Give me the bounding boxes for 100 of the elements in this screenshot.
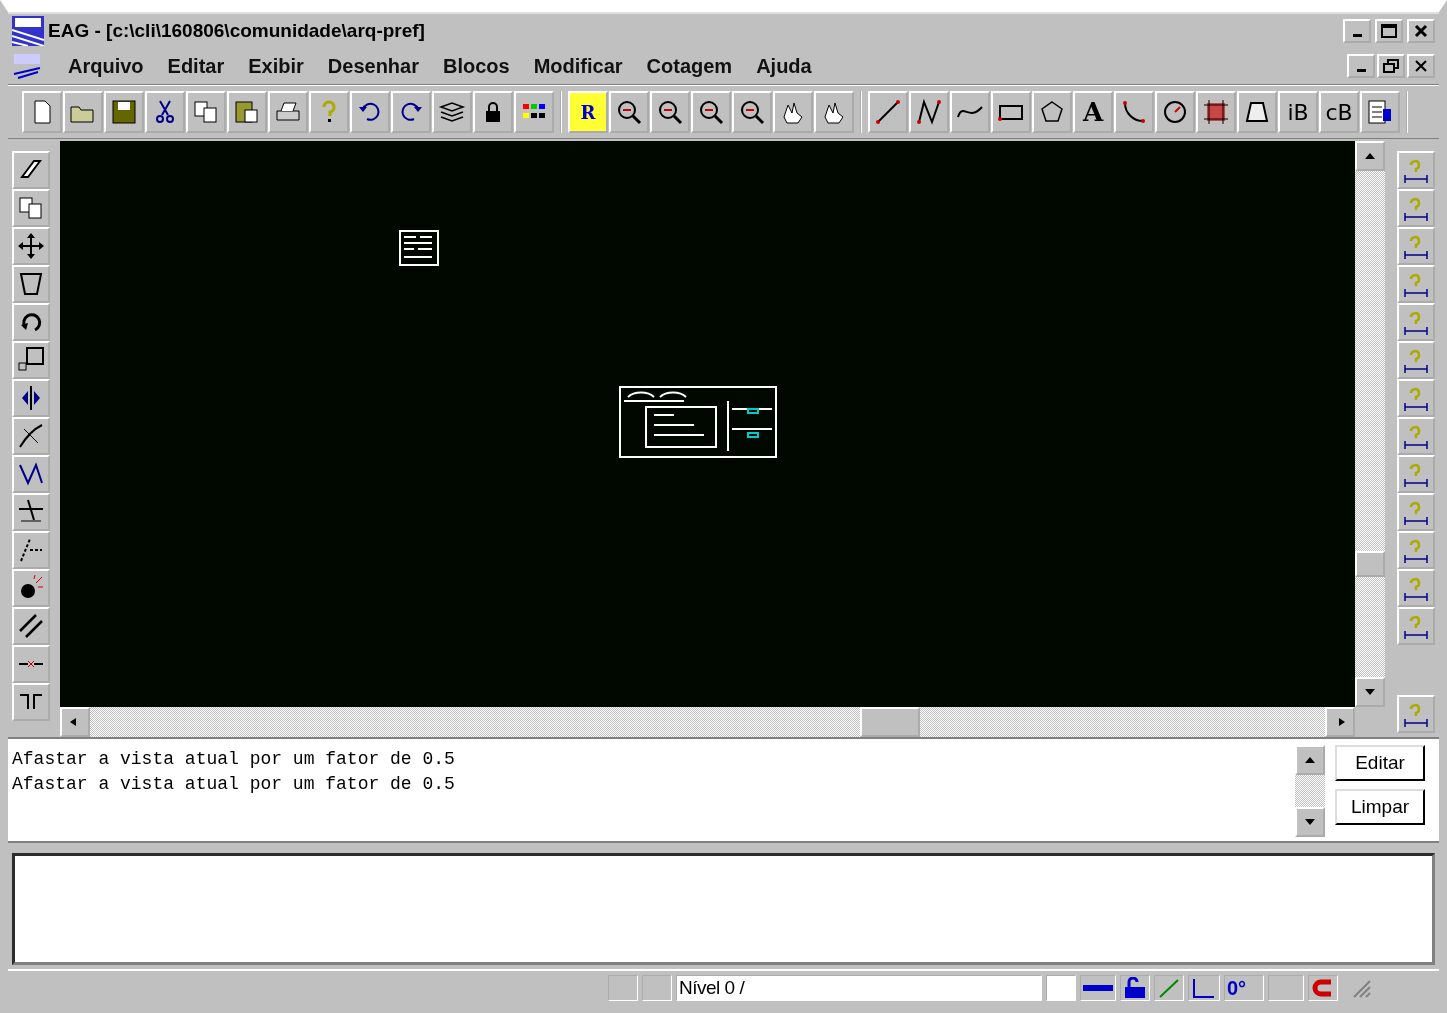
polyline-icon xyxy=(914,97,944,127)
snap-status[interactable] xyxy=(1154,975,1184,1001)
scroll-left-button[interactable] xyxy=(60,707,90,737)
toolbar-button[interactable] xyxy=(12,227,50,265)
toolbar-button[interactable] xyxy=(104,91,144,133)
toolbar-button[interactable] xyxy=(514,91,554,133)
menu-item[interactable]: Exibir xyxy=(248,54,304,78)
toolbar-button[interactable] xyxy=(268,91,308,133)
toolbar-button[interactable] xyxy=(12,341,50,379)
menu-item[interactable]: Modificar xyxy=(533,54,623,78)
zoom-all-button[interactable]: R xyxy=(568,91,608,133)
restore-button[interactable] xyxy=(1377,54,1405,78)
toolbar-button[interactable] xyxy=(1397,379,1435,417)
toolbar-button[interactable] xyxy=(1114,91,1154,133)
toolbar-button[interactable] xyxy=(12,569,50,607)
toolbar-button[interactable] xyxy=(1397,493,1435,531)
menu-item[interactable]: Arquivo xyxy=(68,54,144,78)
toolbar-button[interactable] xyxy=(868,91,908,133)
toolbar-button[interactable] xyxy=(950,91,990,133)
toolbar-button[interactable] xyxy=(1360,91,1400,133)
toolbar-button[interactable] xyxy=(1397,695,1435,733)
toolbar-button[interactable] xyxy=(991,91,1031,133)
toolbar-button[interactable] xyxy=(12,683,50,721)
lock-icon xyxy=(1123,977,1147,999)
toolbar-button[interactable] xyxy=(12,265,50,303)
command-input-field[interactable] xyxy=(12,853,1435,965)
scroll-up-button[interactable] xyxy=(1295,745,1325,775)
scroll-down-button[interactable] xyxy=(1295,807,1325,837)
scroll-down-button[interactable] xyxy=(1355,677,1385,707)
close-button[interactable] xyxy=(1407,19,1435,43)
toolbar-button[interactable] xyxy=(12,607,50,645)
toolbar-button[interactable] xyxy=(432,91,472,133)
toolbar-button[interactable] xyxy=(473,91,513,133)
toolbar-button[interactable] xyxy=(145,91,185,133)
menu-item[interactable]: Editar xyxy=(167,54,225,78)
menu-item[interactable]: Ajuda xyxy=(756,54,812,78)
magnet-status[interactable] xyxy=(1308,975,1338,1001)
minimize-button[interactable] xyxy=(1347,54,1375,78)
text-tool-button[interactable]: A xyxy=(1073,91,1113,133)
toolbar-button[interactable] xyxy=(12,151,50,189)
close-button[interactable] xyxy=(1407,54,1435,78)
toolbar-button[interactable] xyxy=(391,91,431,133)
ortho-status[interactable] xyxy=(1188,975,1220,1001)
lock-status[interactable] xyxy=(1120,975,1150,1001)
toolbar-button[interactable] xyxy=(909,91,949,133)
menu-item[interactable]: Cotagem xyxy=(646,54,733,78)
toolbar-button[interactable] xyxy=(1397,189,1435,227)
toolbar-button[interactable] xyxy=(186,91,226,133)
toolbar-button[interactable] xyxy=(1397,303,1435,341)
toolbar-button[interactable] xyxy=(1397,151,1435,189)
toolbar-button[interactable] xyxy=(12,455,50,493)
toolbar-button[interactable] xyxy=(12,493,50,531)
angle-status[interactable]: 0° xyxy=(1224,975,1264,1001)
toolbar-button[interactable] xyxy=(350,91,390,133)
toolbar-button[interactable] xyxy=(1397,455,1435,493)
scroll-thumb[interactable] xyxy=(1355,551,1385,577)
toolbar-button[interactable] xyxy=(1397,531,1435,569)
minimize-button[interactable] xyxy=(1343,19,1371,43)
toolbar-button[interactable] xyxy=(1237,91,1277,133)
toolbar-button[interactable] xyxy=(1397,417,1435,455)
scroll-up-button[interactable] xyxy=(1355,141,1385,171)
toolbar-button[interactable] xyxy=(12,531,50,569)
toolbar-button[interactable] xyxy=(12,303,50,341)
toolbar-button[interactable] xyxy=(1397,569,1435,607)
axes-icon xyxy=(1191,977,1217,999)
block-tool-button[interactable]: cB xyxy=(1319,91,1359,133)
toolbar-button[interactable] xyxy=(732,91,772,133)
menu-item[interactable]: Desenhar xyxy=(327,54,419,78)
linetype-status[interactable] xyxy=(1080,975,1116,1001)
toolbar-button[interactable] xyxy=(814,91,854,133)
minimize-icon xyxy=(1352,34,1362,37)
toolbar-button[interactable] xyxy=(1397,607,1435,645)
toolbar-button[interactable] xyxy=(773,91,813,133)
toolbar-button[interactable] xyxy=(12,645,50,683)
toolbar-button[interactable] xyxy=(1397,227,1435,265)
toolbar-button[interactable] xyxy=(1032,91,1072,133)
message-button[interactable]: Editar xyxy=(1335,745,1425,781)
toolbar-button[interactable] xyxy=(12,189,50,227)
toolbar-button[interactable] xyxy=(1397,265,1435,303)
toolbar-button[interactable] xyxy=(609,91,649,133)
toolbar-button[interactable] xyxy=(650,91,690,133)
toolbar-button[interactable] xyxy=(1155,91,1195,133)
status-pane xyxy=(608,975,638,1001)
toolbar-button[interactable] xyxy=(1196,91,1236,133)
message-button[interactable]: Limpar xyxy=(1335,789,1425,825)
toolbar-button[interactable] xyxy=(12,417,50,455)
toolbar-button[interactable] xyxy=(63,91,103,133)
toolbar-button[interactable] xyxy=(227,91,267,133)
message-line: Afastar a vista atual por um fator de 0.5 xyxy=(12,773,456,796)
block-tool-button[interactable]: iB xyxy=(1278,91,1318,133)
scroll-right-button[interactable] xyxy=(1325,707,1355,737)
menu-item[interactable]: Blocos xyxy=(443,54,510,78)
status-pane xyxy=(1268,975,1304,1001)
scroll-thumb[interactable] xyxy=(860,707,920,737)
toolbar-button[interactable] xyxy=(22,91,62,133)
toolbar-button[interactable] xyxy=(691,91,731,133)
status-pane xyxy=(642,975,672,1001)
toolbar-button[interactable] xyxy=(1397,341,1435,379)
maximize-button[interactable] xyxy=(1375,19,1403,43)
toolbar-button[interactable] xyxy=(12,379,50,417)
